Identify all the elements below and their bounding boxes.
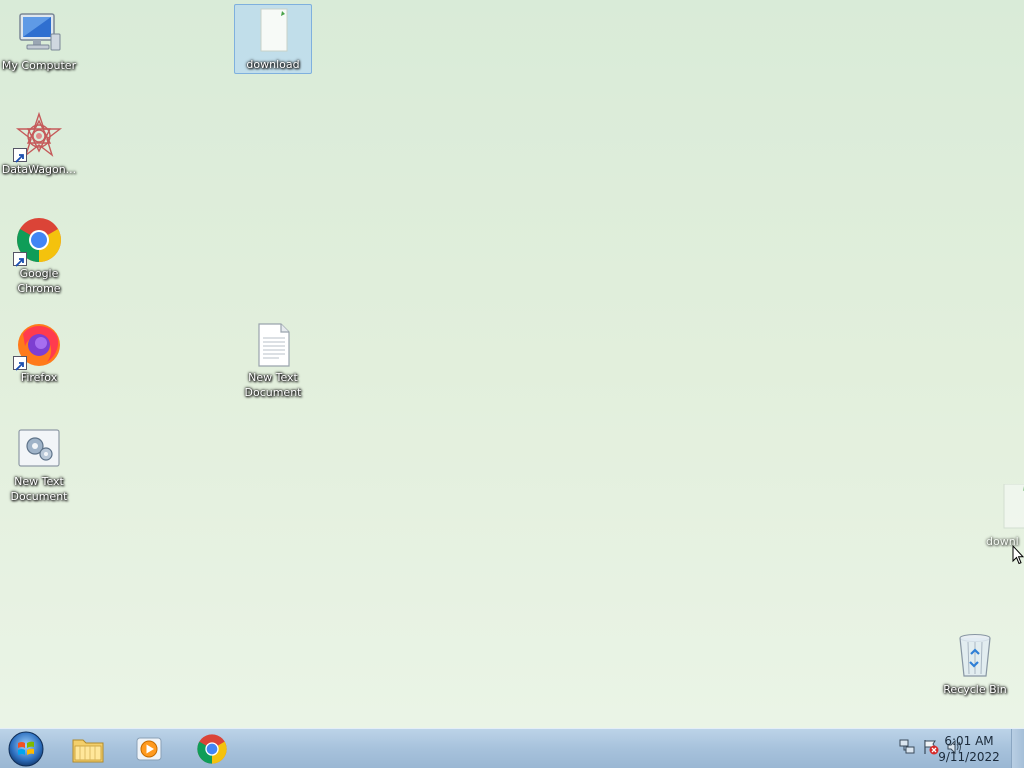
desktop-icon-label: New Text Document [10, 475, 68, 503]
desktop-icon-label: DataWagon... [1, 163, 77, 176]
taskbar-app-media-player[interactable] [121, 731, 177, 767]
desktop-icon-label: Google Chrome [17, 267, 61, 295]
desktop-icon-label: download [246, 58, 300, 71]
taskbar: 6:01 AM 9/11/2022 [0, 728, 1024, 768]
desktop-icon-firefox[interactable]: Firefox [0, 320, 78, 385]
drag-ghost-download: downl [986, 483, 1024, 549]
desktop-icon-label: Recycle Bin [943, 683, 1007, 696]
media-player-icon [136, 737, 162, 761]
desktop-icon-download[interactable]: download [234, 4, 312, 74]
desktop-icon-label: New Text Document [244, 371, 302, 399]
firefox-icon [13, 320, 63, 371]
desktop-icon-new-text-document[interactable]: New Text Document [234, 320, 312, 400]
file-icon [249, 7, 297, 55]
windows-logo-icon [8, 731, 44, 767]
chrome-icon [197, 734, 227, 764]
chrome-icon [13, 216, 63, 267]
taskbar-clock[interactable]: 6:01 AM 9/11/2022 [934, 733, 1004, 765]
show-desktop-button[interactable] [1011, 729, 1024, 768]
desktop-icon-google-chrome[interactable]: Google Chrome [0, 216, 78, 296]
network-icon[interactable] [898, 738, 916, 760]
taskbar-app-chrome[interactable] [184, 731, 240, 767]
clock-time: 6:01 AM [944, 734, 994, 748]
shortcut-arrow-icon [13, 356, 27, 371]
desktop-icon-my-computer[interactable]: My Computer [0, 8, 78, 73]
desktop-icon-recycle-bin[interactable]: Recycle Bin [936, 632, 1014, 697]
clock-date: 9/11/2022 [938, 750, 1000, 764]
file-icon [998, 483, 1024, 532]
desktop-icon-datawagon[interactable]: DataWagon... [0, 111, 78, 177]
desktop-icon-label: Firefox [20, 371, 58, 384]
settings-file-icon [15, 424, 63, 472]
shortcut-arrow-icon [13, 252, 27, 267]
folder-icon [72, 739, 104, 763]
datawagon-star-icon [13, 111, 63, 163]
text-file-icon [249, 320, 297, 368]
desktop-icon-label: My Computer [1, 59, 77, 72]
monitor-icon [15, 8, 63, 56]
taskbar-app-file-explorer[interactable] [60, 731, 116, 767]
recycle-bin-icon [951, 632, 999, 680]
desktop[interactable]: My Computer DataWagon... Google Chrome F… [0, 0, 1024, 728]
mouse-cursor-icon [1012, 544, 1024, 565]
desktop-icon-new-text-document-settings[interactable]: New Text Document [0, 424, 78, 504]
shortcut-arrow-icon [13, 148, 27, 163]
start-button[interactable] [6, 730, 46, 768]
